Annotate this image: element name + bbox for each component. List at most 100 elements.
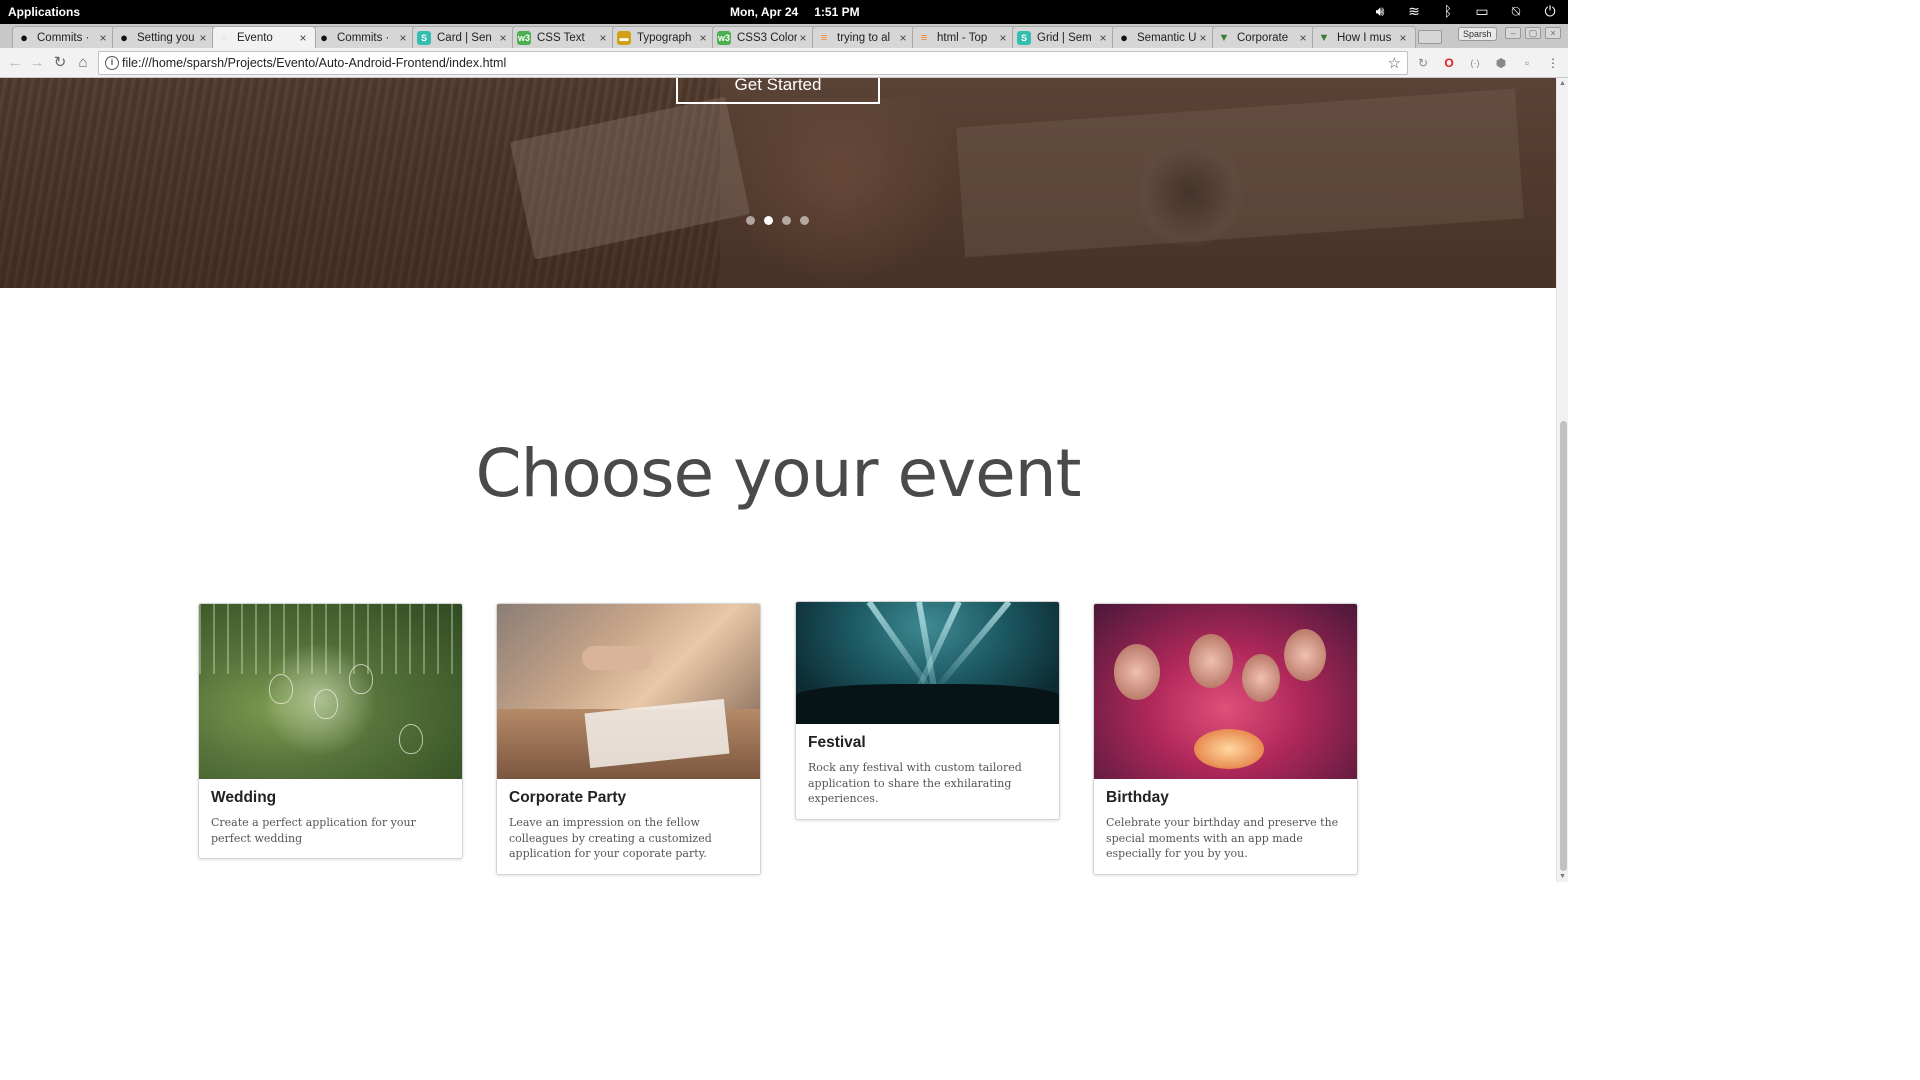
slider-dot[interactable]	[782, 216, 791, 225]
close-window-icon[interactable]: ×	[1545, 27, 1561, 39]
tab-12[interactable]: ● Semantic U ×	[1112, 26, 1216, 48]
card-description: Rock any festival with custom tailored a…	[808, 761, 1022, 805]
notifications-muted-icon[interactable]: ⍉	[1508, 3, 1524, 20]
tab-title: Corporate	[1237, 31, 1289, 44]
wedding-image	[199, 604, 462, 779]
close-tab-icon[interactable]: ×	[1097, 31, 1109, 45]
close-tab-icon[interactable]: ×	[1197, 31, 1209, 45]
tab-11[interactable]: S Grid | Sem ×	[1012, 26, 1116, 48]
close-tab-icon[interactable]: ×	[497, 31, 509, 45]
reload-icon[interactable]: ↻	[50, 53, 70, 73]
birthday-image	[1094, 604, 1357, 779]
close-tab-icon[interactable]: ×	[697, 31, 709, 45]
semantic-icon: S	[417, 30, 431, 45]
tab-title: trying to al	[837, 31, 891, 44]
minimize-window-icon[interactable]: –	[1505, 27, 1521, 39]
scroll-down-icon[interactable]: ▼	[1559, 873, 1566, 880]
close-tab-icon[interactable]: ×	[97, 31, 109, 45]
back-icon[interactable]: ←	[5, 53, 25, 73]
bookmark-star-icon[interactable]: ☆	[1388, 54, 1401, 72]
scroll-up-icon[interactable]: ▲	[1559, 80, 1566, 87]
corporate-party-image	[497, 604, 760, 779]
section-title: Choose your event	[475, 435, 1081, 512]
card-title[interactable]: Festival	[808, 734, 1047, 752]
event-card-birthday[interactable]: Birthday Celebrate your birthday and pre…	[1093, 603, 1358, 875]
home-icon[interactable]: ⌂	[73, 53, 93, 73]
tab-14[interactable]: ▼ How I mus ×	[1312, 26, 1416, 48]
page-scrollbar[interactable]: ▲ ▼	[1556, 78, 1568, 882]
close-tab-icon[interactable]: ×	[297, 31, 309, 45]
get-started-button[interactable]: Get Started	[676, 78, 880, 104]
card-title[interactable]: Corporate Party	[509, 789, 748, 807]
forward-icon[interactable]: →	[27, 53, 47, 73]
tab-3[interactable]: ◌ Evento ×	[212, 26, 316, 48]
system-top-bar: Applications Mon, Apr 24 1:51 PM 🔊︎ ≋ ᛒ ▭…	[0, 0, 1568, 24]
volume-icon[interactable]: 🔊︎	[1372, 3, 1388, 20]
profile-button[interactable]: Sparsh	[1458, 27, 1497, 41]
tab-10[interactable]: ≡ html - Top ×	[912, 26, 1016, 48]
glass-terrarium	[349, 664, 373, 694]
close-tab-icon[interactable]: ×	[997, 31, 1009, 45]
scrollbar-thumb[interactable]	[1560, 421, 1567, 871]
power-icon[interactable]: ⏻	[1542, 3, 1558, 20]
semantic-icon: S	[1017, 30, 1031, 45]
close-tab-icon[interactable]: ×	[1397, 31, 1409, 45]
site-info-icon[interactable]: i	[105, 56, 119, 70]
event-card-festival[interactable]: Festival Rock any festival with custom t…	[795, 601, 1060, 820]
close-tab-icon[interactable]: ×	[197, 31, 209, 45]
page-viewport[interactable]: Get Started Choose your event Wedding Cr…	[0, 78, 1556, 882]
extension-shield-icon[interactable]: ⬢	[1493, 55, 1509, 71]
tab-2[interactable]: ● Setting you ×	[112, 26, 216, 48]
light-beam	[929, 602, 1012, 696]
slider-dot[interactable]	[746, 216, 755, 225]
card-description: Celebrate your birthday and preserve the…	[1106, 816, 1339, 860]
slider-dot[interactable]	[800, 216, 809, 225]
bluetooth-icon[interactable]: ᛒ	[1440, 3, 1456, 20]
funnel-icon: ▼	[1318, 31, 1330, 44]
tab-13[interactable]: ▼ Corporate ×	[1212, 26, 1316, 48]
tab-title: html - Top	[937, 31, 988, 44]
address-url[interactable]: file:///home/sparsh/Projects/Evento/Auto…	[122, 56, 506, 70]
tab-title: Typograph	[637, 31, 692, 44]
tab-title: Grid | Sem	[1037, 31, 1092, 44]
tab-9[interactable]: ≡ trying to al ×	[812, 26, 916, 48]
flag-icon: ▬	[617, 30, 631, 45]
close-tab-icon[interactable]: ×	[597, 31, 609, 45]
address-bar[interactable]: i file:///home/sparsh/Projects/Evento/Au…	[98, 51, 1408, 75]
extension-refresh-icon[interactable]: ↻	[1415, 55, 1431, 71]
extension-box-icon[interactable]: ▫	[1519, 55, 1535, 71]
glass-terrarium	[399, 724, 423, 754]
opera-extension-icon[interactable]: O	[1441, 55, 1457, 71]
tab-6[interactable]: w3 CSS Text ×	[512, 26, 616, 48]
tab-5[interactable]: S Card | Sen ×	[412, 26, 516, 48]
tab-1[interactable]: ● Commits · ×	[12, 26, 116, 48]
browser-toolbar: ← → ↻ ⌂ i file:///home/sparsh/Projects/E…	[0, 48, 1568, 78]
festival-image	[796, 602, 1059, 724]
tab-title: Evento	[237, 31, 273, 44]
person-face	[1242, 654, 1280, 702]
card-description: Leave an impression on the fellow collea…	[509, 816, 712, 860]
w3schools-icon: w3	[717, 30, 731, 45]
event-card-wedding[interactable]: Wedding Create a perfect application for…	[198, 603, 463, 859]
person-face	[1114, 644, 1160, 700]
close-tab-icon[interactable]: ×	[797, 31, 809, 45]
tab-8[interactable]: w3 CSS3 Color ×	[712, 26, 816, 48]
new-tab-button[interactable]	[1418, 30, 1442, 44]
slider-dot[interactable]	[764, 216, 773, 225]
tab-4[interactable]: ● Commits · ×	[312, 26, 416, 48]
browser-menu-icon[interactable]: ⋮	[1545, 55, 1561, 71]
card-title[interactable]: Wedding	[211, 789, 450, 807]
extension-radio-icon[interactable]: (·)	[1467, 55, 1483, 71]
close-tab-icon[interactable]: ×	[1297, 31, 1309, 45]
github-icon: ●	[20, 30, 28, 45]
event-card-corporate-party[interactable]: Corporate Party Leave an impression on t…	[496, 603, 761, 875]
wifi-icon[interactable]: ≋	[1406, 3, 1422, 20]
close-tab-icon[interactable]: ×	[397, 31, 409, 45]
tab-7[interactable]: ▬ Typograph ×	[612, 26, 716, 48]
close-tab-icon[interactable]: ×	[897, 31, 909, 45]
maximize-window-icon[interactable]: ▢	[1525, 27, 1541, 39]
applications-menu[interactable]: Applications	[8, 5, 80, 19]
battery-icon[interactable]: ▭	[1474, 3, 1490, 20]
system-clock[interactable]: Mon, Apr 24 1:51 PM	[730, 5, 876, 19]
card-title[interactable]: Birthday	[1106, 789, 1345, 807]
